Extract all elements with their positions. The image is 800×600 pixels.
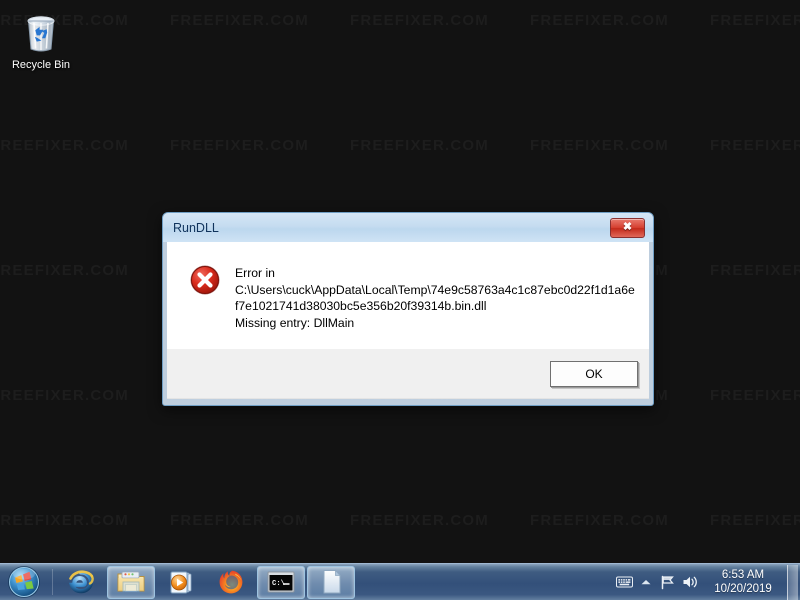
watermark-text: FREEFIXER.COM [0, 387, 129, 404]
screen: FREEFIXER.COM FREEFIXER.COM FREEFIXER.COM F… [0, 0, 800, 600]
watermark-text: FREEFIXER.COM [0, 512, 129, 529]
volume-icon[interactable] [679, 564, 701, 600]
watermark-text: FREEFIXER.COM [530, 512, 669, 529]
watermark-text: FREEFIXER.COM [170, 512, 309, 529]
dialog-titlebar[interactable]: RunDLL ✖ [163, 213, 653, 242]
dialog-footer: OK [167, 349, 649, 399]
show-hidden-icons-icon[interactable] [635, 564, 657, 600]
watermark-text: FREEFIXER.COM [170, 12, 309, 29]
system-tray: 6:53 AM 10/20/2019 [613, 564, 800, 600]
show-desktop-button[interactable] [787, 564, 798, 600]
error-message: Error in C:\Users\cuck\AppData\Local\Tem… [235, 264, 637, 349]
watermark-text: FREEFIXER.COM [710, 512, 800, 529]
error-line-1: Error in [235, 266, 275, 280]
taskbar-item-document[interactable] [307, 565, 355, 599]
watermark-text: FREEFIXER.COM [170, 137, 309, 154]
clock-time: 6:53 AM [721, 569, 765, 581]
close-icon[interactable]: ✖ [610, 217, 645, 238]
taskbar-items: C:\ [57, 564, 613, 600]
watermark-text: FREEFIXER.COM [350, 12, 489, 29]
clock-date: 10/20/2019 [714, 583, 772, 595]
keyboard-icon[interactable] [613, 564, 635, 600]
dialog-body: Error in C:\Users\cuck\AppData\Local\Tem… [167, 242, 649, 349]
error-line-3: Missing entry: DllMain [235, 315, 355, 330]
taskbar-item-file-explorer[interactable] [107, 565, 155, 599]
watermark-text: FREEFIXER.COM [0, 262, 129, 279]
recycle-bin-icon [17, 8, 65, 56]
taskbar-divider [52, 569, 53, 595]
watermark-text: FREEFIXER.COM [710, 387, 800, 404]
watermark-text: FREEFIXER.COM [530, 137, 669, 154]
ok-button[interactable]: OK [550, 360, 638, 387]
desktop[interactable]: FREEFIXER.COM FREEFIXER.COM FREEFIXER.COM F… [0, 0, 800, 563]
watermark-text: FREEFIXER.COM [350, 512, 489, 529]
network-icon[interactable] [657, 564, 679, 600]
start-button[interactable] [0, 565, 48, 600]
clock[interactable]: 6:53 AM 10/20/2019 [701, 568, 785, 596]
watermark-text: FREEFIXER.COM [710, 262, 800, 279]
desktop-icon-recycle-bin[interactable]: Recycle Bin [8, 8, 74, 71]
watermark-text: FREEFIXER.COM [350, 137, 489, 154]
taskbar: C:\ 6:53 AM 10/20/2019 [0, 563, 800, 600]
recycle-bin-label: Recycle Bin [11, 59, 71, 71]
watermark-text: FREEFIXER.COM [530, 12, 669, 29]
watermark-text: FREEFIXER.COM [710, 137, 800, 154]
watermark-text: FREEFIXER.COM [710, 12, 800, 29]
error-file-path: C:\Users\cuck\AppData\Local\Temp\74e9c58… [235, 282, 635, 314]
taskbar-item-firefox[interactable] [207, 566, 255, 599]
rundll-error-dialog: RunDLL ✖ Error in C:\Users\cuck\AppData\… [162, 212, 654, 406]
taskbar-item-command-prompt[interactable]: C:\ [257, 565, 305, 599]
watermark-text: FREEFIXER.COM [0, 137, 129, 154]
error-icon [189, 264, 221, 296]
close-glyph: ✖ [622, 221, 633, 233]
taskbar-item-media-player[interactable] [157, 566, 205, 599]
taskbar-item-internet-explorer[interactable] [57, 566, 105, 599]
dialog-title: RunDLL [173, 220, 219, 235]
